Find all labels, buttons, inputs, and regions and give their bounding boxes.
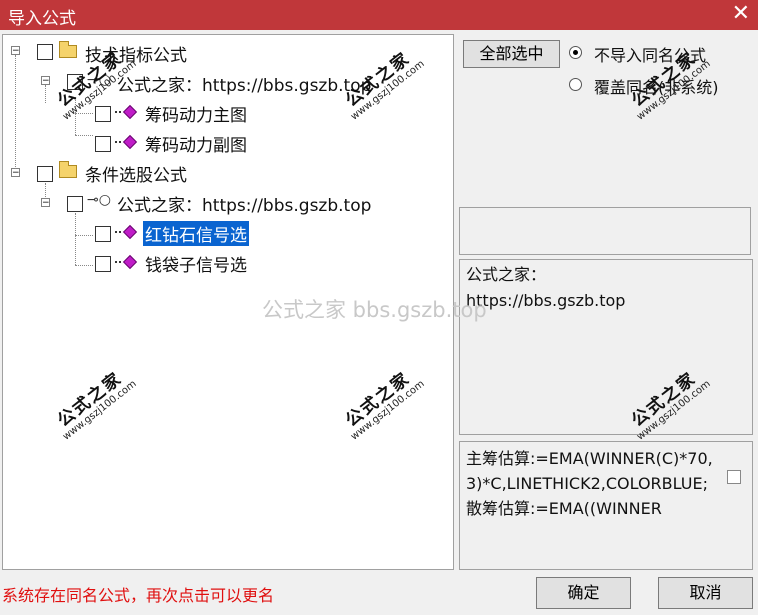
ok-button[interactable]: 确定 [536, 577, 631, 609]
gem-dots [115, 231, 121, 235]
close-icon[interactable]: ✕ [732, 2, 750, 26]
folder-icon [59, 161, 77, 178]
gem-dots [115, 111, 121, 115]
item-label-selected: 红钻石信号选 [143, 221, 249, 246]
item-checkbox[interactable] [95, 226, 111, 242]
collapse-icon[interactable]: − [41, 198, 50, 208]
window-title: 导入公式 [8, 9, 76, 29]
tree-line [15, 55, 16, 173]
status-message: 系统存在同名公式，再次点击可以更名 [2, 586, 275, 605]
item-checkbox[interactable] [95, 136, 111, 152]
collapse-icon[interactable]: − [11, 168, 20, 178]
source1-label: 公式之家：https://bbs.gszb.top [117, 76, 372, 96]
select-all-button[interactable]: 全部选中 [463, 40, 560, 68]
description-line: 公式之家： [466, 265, 547, 284]
gem-icon [122, 224, 138, 240]
source2-checkbox[interactable] [67, 196, 83, 212]
item-checkbox[interactable] [95, 256, 111, 272]
source2-label: 公式之家：https://bbs.gszb.top [117, 196, 372, 216]
radio-icon[interactable] [569, 78, 582, 91]
tree-line [75, 265, 93, 266]
radio-icon[interactable] [569, 46, 582, 59]
group1-checkbox[interactable] [37, 44, 53, 60]
title-bar: 导入公式 ✕ [0, 0, 758, 30]
gem-dots [115, 261, 121, 265]
description-line: https://bbs.gszb.top [466, 291, 626, 310]
tree-line [75, 235, 93, 236]
group2-checkbox[interactable] [37, 166, 53, 182]
formula-text: 主筹估算:=EMA(WINNER(C)*70,3)*C,LINETHICK2,C… [466, 449, 713, 518]
item-label: 筹码动力主图 [145, 106, 247, 126]
gem-icon [122, 254, 138, 270]
gem-dots [115, 141, 121, 145]
key-icon: ⊸○ [87, 192, 111, 208]
item-label: 钱袋子信号选 [145, 256, 247, 276]
tree-line [75, 135, 93, 136]
empty-field [459, 207, 751, 255]
watermark-text: 公式之家 bbs.gszb.top [262, 298, 487, 322]
tree-line [75, 213, 76, 265]
cancel-button[interactable]: 取消 [658, 577, 753, 609]
description-text: 公式之家： https://bbs.gszb.top [466, 262, 726, 314]
collapse-icon[interactable]: − [11, 46, 20, 56]
item-label: 筹码动力副图 [145, 136, 247, 156]
group2-label: 条件选股公式 [85, 166, 187, 186]
collapse-icon[interactable]: − [41, 76, 50, 86]
gem-icon [122, 104, 138, 120]
gem-icon [122, 134, 138, 150]
folder-icon [59, 41, 77, 58]
formula-checkbox[interactable] [727, 470, 741, 484]
